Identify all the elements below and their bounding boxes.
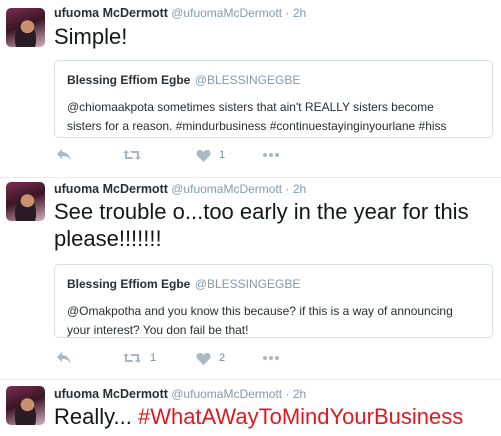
reply-button[interactable] xyxy=(56,146,72,164)
tweet: ufuoma McDermott @ufuomaMcDermott · 2h S… xyxy=(0,0,501,177)
like-count: 1 xyxy=(219,149,226,161)
separator-dot: · xyxy=(285,182,290,196)
author-name[interactable]: ufuoma McDermott xyxy=(54,6,168,20)
quoted-author-name: Blessing Effiom Egbe xyxy=(67,277,191,291)
tweet-actions: 1 2 xyxy=(54,349,314,367)
more-button[interactable] xyxy=(262,349,280,367)
tweet: ufuoma McDermott @ufuomaMcDermott · 2h R… xyxy=(0,379,501,436)
author-handle[interactable]: @ufuomaMcDermott xyxy=(171,6,282,20)
avatar[interactable] xyxy=(6,386,45,425)
retweet-button[interactable]: 1 xyxy=(122,349,156,367)
quoted-tweet-header: Blessing Effiom Egbe @BLESSINGEGBE xyxy=(67,275,480,293)
quoted-text-line: your interest? You don fail be that! xyxy=(67,323,249,337)
retweet-icon xyxy=(123,353,141,363)
heart-icon xyxy=(196,352,211,365)
more-icon xyxy=(263,356,279,360)
tweet-text: Simple! xyxy=(54,24,128,49)
quoted-tweet-text: @Omakpotha and you know this because? if… xyxy=(67,302,480,340)
tweet-header: ufuoma McDermott @ufuomaMcDermott · 2h xyxy=(54,387,306,401)
author-name[interactable]: ufuoma McDermott xyxy=(54,182,168,196)
timestamp[interactable]: 2h xyxy=(293,6,306,20)
quoted-tweet-header: Blessing Effiom Egbe @BLESSINGEGBE xyxy=(67,71,480,89)
tweet: ufuoma McDermott @ufuomaMcDermott · 2h S… xyxy=(0,177,501,379)
reply-icon xyxy=(57,149,71,161)
retweet-count: 1 xyxy=(150,352,157,364)
tweet-text: See trouble o...too early in the year fo… xyxy=(54,198,469,252)
like-button[interactable]: 2 xyxy=(196,349,225,367)
author-handle[interactable]: @ufuomaMcDermott xyxy=(171,387,282,401)
reply-icon xyxy=(57,352,71,364)
avatar[interactable] xyxy=(6,8,45,47)
reply-button[interactable] xyxy=(56,349,72,367)
quoted-tweet-text: @chiomaakpota sometimes sisters that ain… xyxy=(67,98,480,136)
tweet-text-line: See trouble o...too early in the year fo… xyxy=(54,199,469,224)
quoted-author-handle: @BLESSINGEGBE xyxy=(194,73,301,87)
author-handle[interactable]: @ufuomaMcDermott xyxy=(171,182,282,196)
separator-dot: · xyxy=(285,6,290,20)
avatar[interactable] xyxy=(6,182,45,221)
tweet-header: ufuoma McDermott @ufuomaMcDermott · 2h xyxy=(54,182,306,196)
more-icon xyxy=(263,153,279,157)
more-button[interactable] xyxy=(262,146,280,164)
heart-icon xyxy=(196,149,211,162)
tweet-actions: 1 xyxy=(54,146,314,164)
quoted-text-line: sisters for a reason. #mindurbusiness #c… xyxy=(67,119,447,133)
timestamp[interactable]: 2h xyxy=(293,182,306,196)
quoted-text-line: @Omakpotha and you know this because? if… xyxy=(67,304,453,318)
tweet-text-plain: Really... xyxy=(54,404,138,429)
quoted-text-line: @chiomaakpota sometimes sisters that ain… xyxy=(67,100,434,114)
quoted-tweet[interactable]: Blessing Effiom Egbe @BLESSINGEGBE @Omak… xyxy=(54,264,493,338)
quoted-tweet[interactable]: Blessing Effiom Egbe @BLESSINGEGBE @chio… xyxy=(54,60,493,138)
quoted-author-handle: @BLESSINGEGBE xyxy=(194,277,301,291)
tweet-header: ufuoma McDermott @ufuomaMcDermott · 2h xyxy=(54,6,306,20)
tweet-text: Really... #WhatAWayToMindYourBusiness xyxy=(54,403,463,430)
retweet-button[interactable] xyxy=(122,146,150,164)
timestamp[interactable]: 2h xyxy=(293,387,306,401)
like-button[interactable]: 1 xyxy=(196,146,225,164)
tweet-text-line: please!!!!!!! xyxy=(54,226,162,251)
quoted-author-name: Blessing Effiom Egbe xyxy=(67,73,191,87)
like-count: 2 xyxy=(219,352,226,364)
hashtag-link[interactable]: #WhatAWayToMindYourBusiness xyxy=(138,404,463,429)
retweet-icon xyxy=(123,150,141,160)
author-name[interactable]: ufuoma McDermott xyxy=(54,387,168,401)
separator-dot: · xyxy=(285,387,290,401)
